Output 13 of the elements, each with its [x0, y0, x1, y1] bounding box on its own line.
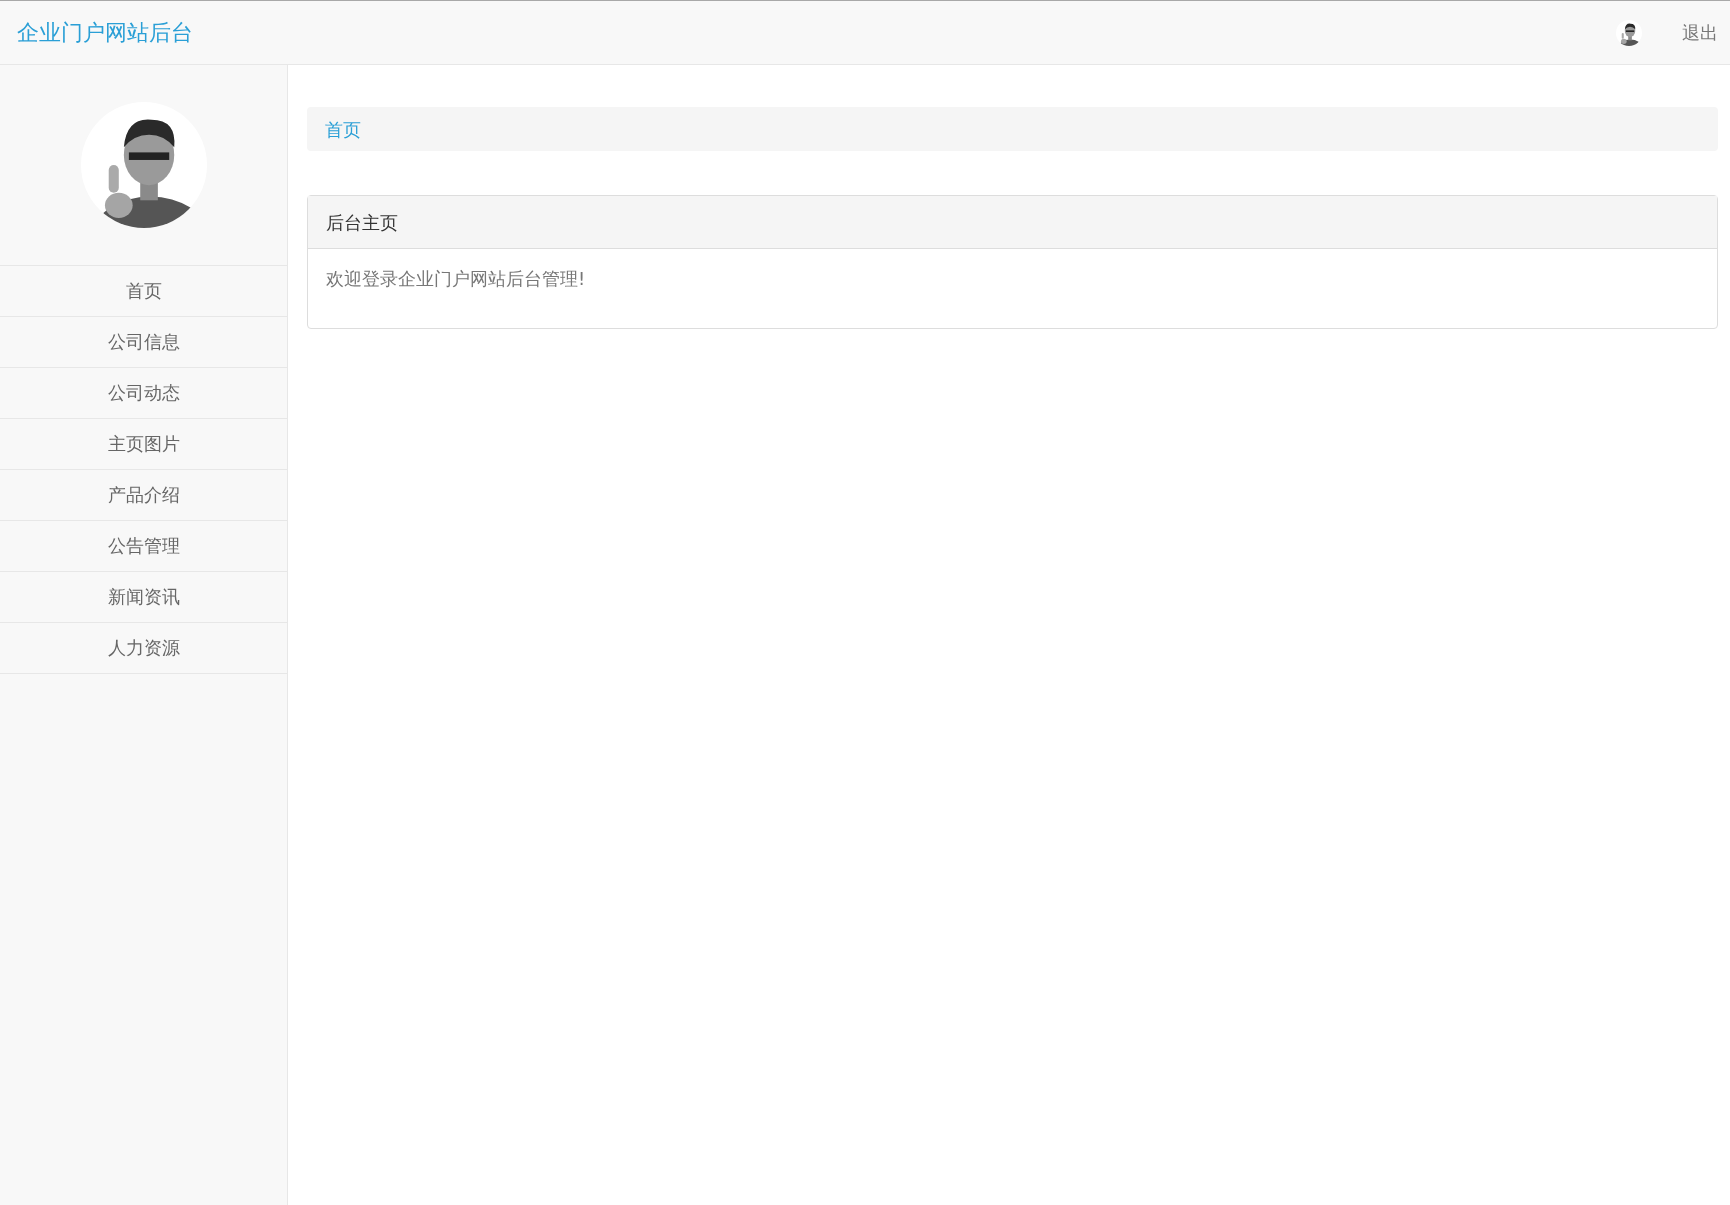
- site-brand[interactable]: 企业门户网站后台: [17, 16, 193, 49]
- sidebar-item[interactable]: 产品介绍: [0, 470, 287, 521]
- sidebar-item[interactable]: 公告管理: [0, 521, 287, 572]
- sidebar-item[interactable]: 人力资源: [0, 623, 287, 674]
- sidebar-item[interactable]: 公司信息: [0, 317, 287, 368]
- panel-heading: 后台主页: [308, 196, 1717, 249]
- welcome-message: 欢迎登录企业门户网站后台管理!: [325, 267, 587, 291]
- sidebar-item[interactable]: 主页图片: [0, 419, 287, 470]
- sidebar-item[interactable]: 首页: [0, 266, 287, 317]
- logout-link[interactable]: 退出: [1682, 19, 1718, 46]
- user-avatar[interactable]: [1616, 19, 1642, 46]
- sidebar-item[interactable]: 新闻资讯: [0, 572, 287, 623]
- sidebar-item[interactable]: 公司动态: [0, 368, 287, 419]
